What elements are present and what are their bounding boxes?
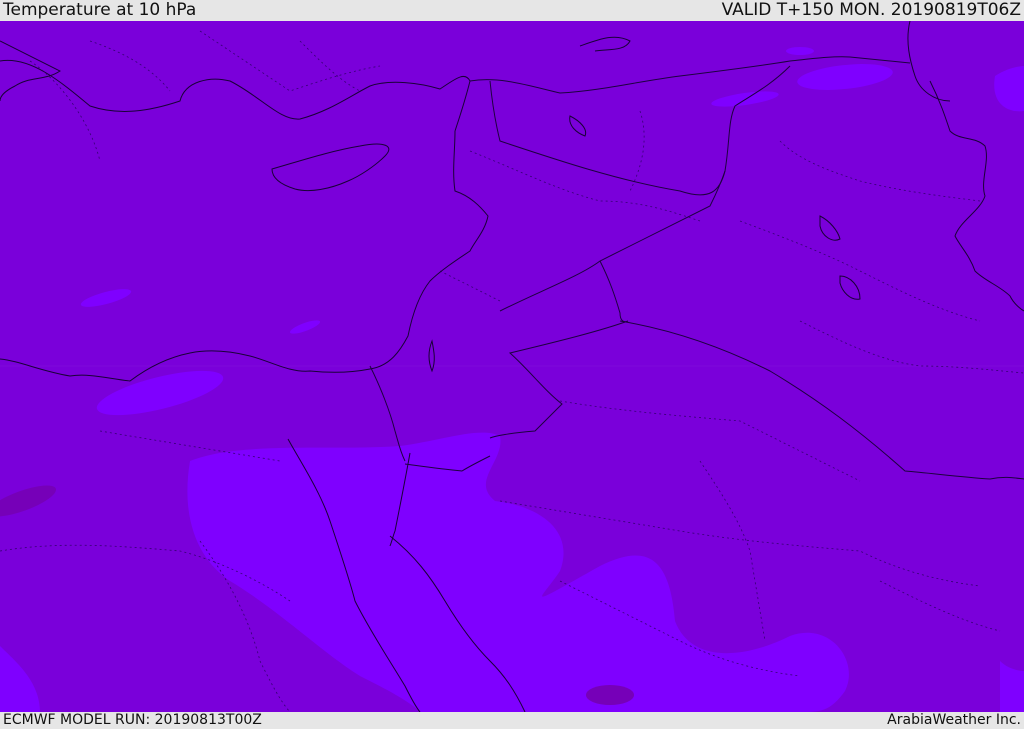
warm-blob-6: [786, 47, 814, 55]
map-canvas: [0, 21, 1024, 712]
header-bar: Temperature at 10 hPa VALID T+150 MON. 2…: [0, 0, 1024, 21]
map-title: Temperature at 10 hPa: [3, 0, 197, 20]
valid-time: VALID T+150 MON. 20190819T06Z: [721, 0, 1021, 20]
footer-bar: ECMWF MODEL RUN: 20190813T00Z ArabiaWeat…: [0, 712, 1024, 729]
cool-blob-south: [586, 685, 634, 705]
weather-map: [0, 21, 1024, 712]
model-run: ECMWF MODEL RUN: 20190813T00Z: [3, 712, 262, 728]
credit-text: ArabiaWeather Inc.: [887, 712, 1021, 728]
